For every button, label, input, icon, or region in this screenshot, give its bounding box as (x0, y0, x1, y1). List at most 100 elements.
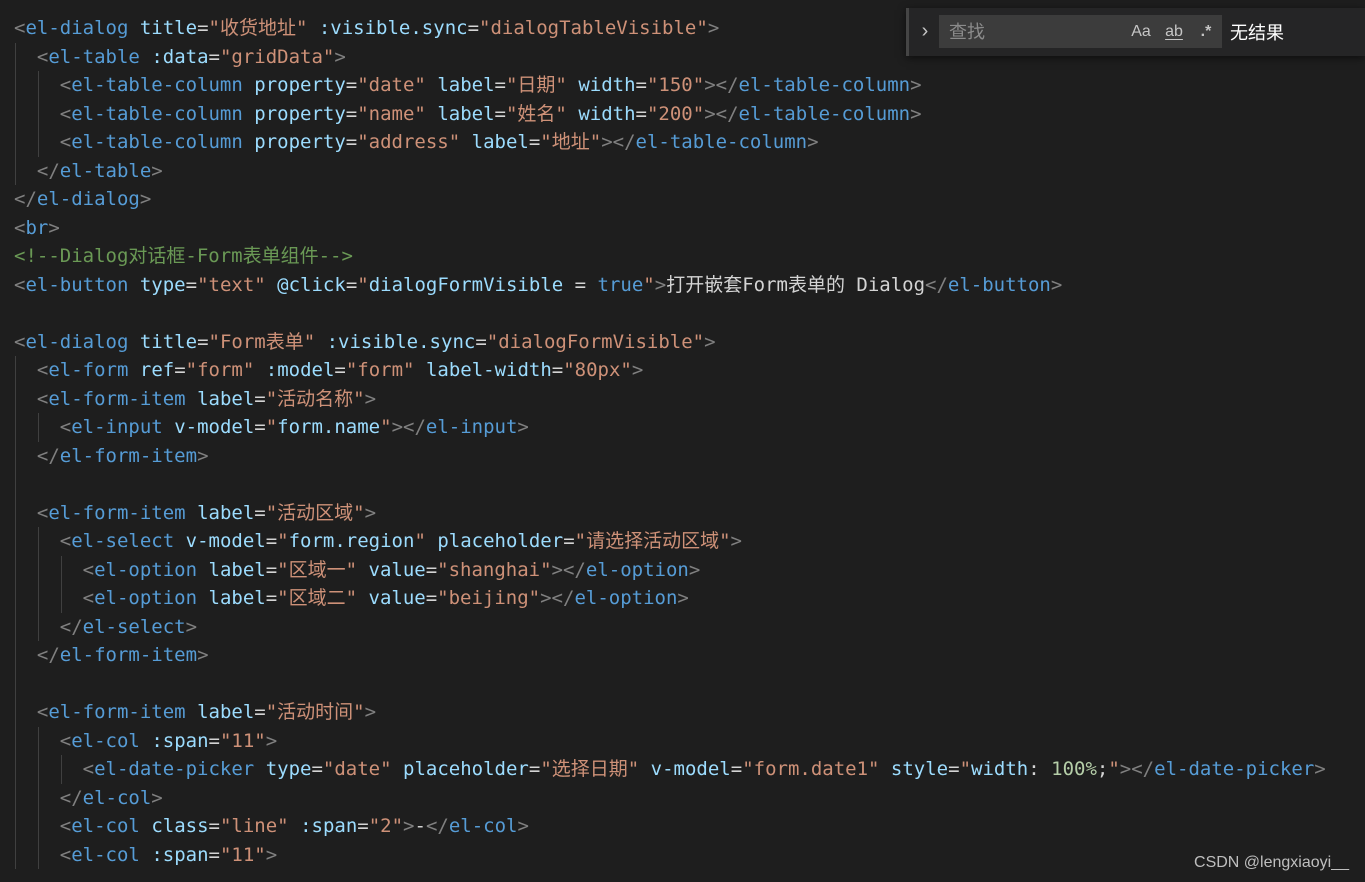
code-token: > (910, 74, 922, 96)
code-line[interactable]: </el-select> (14, 612, 1326, 641)
code-token: > (185, 615, 198, 638)
indent-guide (38, 555, 39, 584)
code-token: el-form-item (59, 444, 198, 467)
toggle-replace-chevron-icon[interactable]: › (915, 20, 935, 42)
code-line[interactable]: <el-dialog title="Form表单" :visible.sync=… (14, 328, 1326, 357)
code-token: "11" (219, 729, 266, 752)
code-token: title (139, 17, 198, 39)
code-token: = (208, 843, 220, 866)
code-token: el-date-picker (94, 758, 255, 780)
code-line[interactable]: <el-col class="line" :span="2">-</el-col… (14, 812, 1326, 841)
indentation (14, 473, 37, 495)
code-line[interactable]: </el-dialog> (14, 185, 1326, 214)
code-token: "姓名" (505, 102, 567, 125)
code-line[interactable]: <el-option label="区域一" value="shanghai">… (14, 555, 1326, 584)
code-token: = (197, 330, 209, 353)
code-token: > (704, 330, 716, 353)
code-line[interactable]: <el-table-column property="date" label="… (14, 71, 1326, 100)
code-token: el-table-column (71, 74, 243, 96)
code-token: "收货地址" (208, 17, 308, 39)
code-line[interactable] (14, 669, 1326, 698)
code-line[interactable]: <el-date-picker type="date" placeholder=… (14, 755, 1326, 784)
code-token: > (654, 273, 667, 296)
code-line[interactable]: <el-col :span="11"> (14, 840, 1326, 869)
code-editor[interactable]: <el-dialog title="收货地址" :visible.sync="d… (0, 0, 1365, 882)
code-token: > (364, 501, 377, 524)
indent-guide (38, 128, 39, 157)
code-token: = (254, 387, 266, 410)
indent-guide (38, 612, 39, 641)
code-token: "beijing" (437, 587, 541, 609)
code-line[interactable]: <el-select v-model="form.region" placeho… (14, 527, 1326, 556)
code-token: "11" (219, 843, 266, 866)
code-token: = (265, 558, 278, 581)
indentation (14, 359, 37, 381)
indent-guide (15, 156, 16, 185)
code-token: el-table-column (71, 102, 243, 125)
code-token: " (277, 530, 289, 552)
code-token: label (208, 587, 266, 609)
code-line[interactable]: <el-form ref="form" :model="form" label-… (14, 356, 1326, 385)
indentation (14, 559, 83, 581)
code-token: < (59, 74, 72, 96)
code-line[interactable] (14, 299, 1326, 328)
code-token: ref (139, 359, 175, 381)
indent-guide (15, 641, 16, 670)
code-line[interactable] (14, 470, 1326, 499)
code-line[interactable]: </el-form-item> (14, 441, 1326, 470)
code-token: "请选择活动区域" (574, 530, 731, 552)
code-token: > (151, 786, 163, 809)
code-token: > (631, 359, 644, 381)
code-token: value (368, 587, 426, 609)
code-line[interactable]: </el-col> (14, 783, 1326, 812)
code-token: = (345, 74, 358, 96)
code-line[interactable]: <el-option label="区域二" value="beijing"><… (14, 584, 1326, 613)
code-token: el-form-item (48, 501, 186, 524)
code-line[interactable]: <el-col :span="11"> (14, 726, 1326, 755)
code-token: label (197, 501, 255, 524)
code-token: = (185, 273, 198, 296)
code-line[interactable]: <br> (14, 214, 1326, 243)
code-line[interactable]: <el-table-column property="address" labe… (14, 128, 1326, 157)
use-regex-icon[interactable]: .* (1195, 21, 1217, 43)
code-line[interactable]: <el-button type="text" @click="dialogFor… (14, 271, 1326, 300)
code-line[interactable]: </el-form-item> (14, 641, 1326, 670)
code-lines[interactable]: <el-dialog title="收货地址" :visible.sync="d… (14, 14, 1326, 869)
code-line[interactable]: <el-input v-model="form.name"></el-input… (14, 413, 1326, 442)
find-input[interactable] (949, 20, 1129, 44)
match-case-icon[interactable]: Aa (1129, 21, 1153, 43)
indentation (14, 103, 60, 125)
code-token: "dialogFormVisible" (486, 330, 705, 353)
code-token: = (494, 74, 506, 96)
code-token: label-width (425, 359, 552, 381)
code-token: = (208, 45, 220, 68)
code-token: </ (59, 786, 83, 809)
code-token: property (254, 131, 346, 153)
match-whole-word-icon[interactable]: ab (1160, 21, 1188, 43)
code-token: el-input (425, 416, 518, 438)
code-token: "dialogTableVisible" (479, 17, 708, 39)
code-token: < (36, 359, 49, 381)
code-token: "text" (197, 273, 266, 296)
code-token: el-dialog (25, 17, 129, 39)
code-token: value (368, 558, 426, 581)
code-line[interactable]: </el-table> (14, 156, 1326, 185)
code-token: "name" (357, 102, 426, 125)
code-token: br (25, 216, 49, 239)
find-input-box[interactable]: Aa ab .* (939, 15, 1222, 48)
code-line[interactable]: <el-form-item label="活动时间"> (14, 698, 1326, 727)
code-line[interactable]: <el-form-item label="活动名称"> (14, 384, 1326, 413)
code-line[interactable]: <el-form-item label="活动区域"> (14, 498, 1326, 527)
code-line[interactable]: <el-table-column property="name" label="… (14, 99, 1326, 128)
code-line[interactable]: <!--Dialog对话框-Form表单组件--> (14, 242, 1326, 271)
indent-guide (15, 356, 16, 385)
code-token: el-col (71, 843, 140, 866)
